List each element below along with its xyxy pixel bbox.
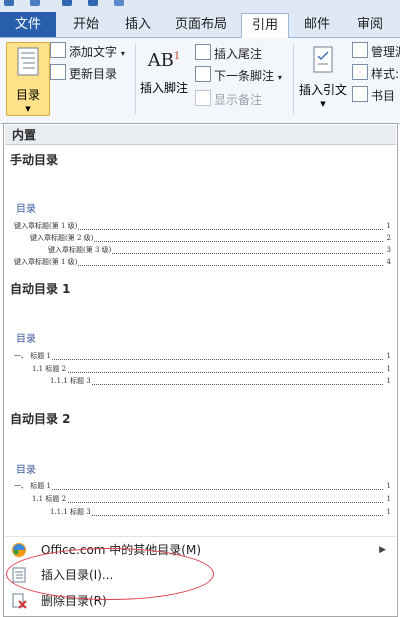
bibliography-label: 书目 (371, 89, 396, 103)
menu-divider (5, 536, 396, 537)
toc-line: 1.1.1 标题 31 (50, 377, 391, 385)
next-footnote-label: 下一条脚注 (214, 69, 275, 83)
save-icon[interactable] (30, 0, 40, 6)
toc-line: 1.1 标题 21 (32, 365, 391, 373)
next-footnote-button[interactable]: 下一条脚注 ▾ (195, 66, 282, 86)
tab-page-layout[interactable]: 页面布局 (164, 13, 238, 37)
auto-toc-2-title: 自动目录 2 (10, 412, 71, 426)
citation-icon (313, 46, 333, 73)
endnote-icon (195, 44, 211, 60)
add-text-icon (50, 42, 66, 58)
auto-toc-2-heading: 目录 (16, 465, 36, 476)
redo-icon[interactable] (88, 0, 98, 6)
insert-endnote-label: 插入尾注 (214, 47, 263, 61)
group-separator (293, 44, 294, 114)
bibliography-button[interactable]: 书目 (352, 86, 395, 106)
show-notes-icon (195, 90, 211, 106)
insert-citation-button[interactable]: 插入引文 ▼ (297, 42, 349, 114)
ribbon-tabs: 文件 开始 插入 页面布局 引用 邮件 审阅 (0, 9, 400, 39)
auto-toc-1-title: 自动目录 1 (10, 282, 71, 296)
toc-line: 键入章标题(第 2 级) 2 (30, 234, 391, 242)
quick-access-icon[interactable] (114, 0, 124, 6)
tab-references[interactable]: 引用 (241, 13, 289, 39)
chevron-down-icon: ▼ (25, 105, 31, 113)
manage-sources-icon (352, 42, 368, 58)
toc-button-label: 目录 (15, 88, 40, 102)
insert-footnote-label: 插入脚注 (139, 81, 188, 95)
tab-review[interactable]: 审阅 (346, 13, 394, 37)
style-icon (352, 64, 368, 80)
style-label: 样式: (371, 67, 400, 81)
toc-line: 键入章标题(第 1 级) 4 (14, 258, 391, 266)
footnote-icon: AB1 (147, 50, 181, 71)
tab-insert[interactable]: 插入 (114, 13, 162, 37)
chevron-right-icon: ▶ (379, 545, 386, 555)
tab-home[interactable]: 开始 (60, 13, 112, 37)
undo-icon[interactable] (62, 0, 72, 6)
auto-toc-1-heading: 目录 (16, 334, 36, 345)
chevron-down-icon: ▼ (320, 100, 326, 108)
toc-line: 1.1 标题 21 (32, 495, 391, 503)
show-notes-label: 显示备注 (214, 93, 263, 107)
update-toc-label: 更新目录 (69, 67, 118, 81)
manage-sources-label: 管理源 (371, 45, 400, 59)
section-builtin: 内置 (5, 125, 396, 145)
ribbon-references: 目录 ▼ 添加文字 ▾ 更新目录 AB1 插入脚注 插入尾注 下一条脚注 ▾ 显… (0, 38, 400, 124)
next-footnote-icon (195, 66, 211, 82)
add-text-label: 添加文字 (69, 45, 118, 59)
manual-toc-heading: 目录 (16, 204, 36, 215)
title-bar (0, 0, 400, 9)
remove-toc-icon (12, 593, 27, 609)
tab-mailings[interactable]: 邮件 (292, 13, 342, 37)
insert-endnote-button[interactable]: 插入尾注 (195, 44, 262, 64)
toc-line: 一、 标题 11 (14, 352, 391, 360)
toc-line: 键入章标题(第 3 级) 3 (48, 246, 391, 254)
manual-toc-title: 手动目录 (10, 153, 59, 167)
toc-button[interactable]: 目录 ▼ (6, 42, 50, 116)
toc-line: 一、 标题 11 (14, 482, 391, 490)
manage-sources-button[interactable]: 管理源 (352, 42, 400, 62)
office-globe-icon (12, 543, 26, 557)
style-select[interactable]: 样式: (352, 64, 399, 84)
update-toc-icon (50, 64, 66, 80)
add-text-button[interactable]: 添加文字 ▾ (50, 42, 125, 62)
update-toc-button[interactable]: 更新目录 (50, 64, 117, 84)
toc-line: 1.1.1 标题 31 (50, 508, 391, 516)
bibliography-icon (352, 86, 368, 102)
toc-line: 键入章标题(第 1 级) 1 (14, 222, 391, 230)
app-icon (4, 0, 14, 6)
highlight-ellipse (6, 548, 214, 600)
tab-file[interactable]: 文件 (0, 12, 56, 37)
toc-dropdown: 内置 手动目录 目录 键入章标题(第 1 级) 1 键入章标题(第 2 级) 2 键… (3, 123, 398, 617)
insert-citation-label: 插入引文 (298, 83, 347, 97)
group-separator (135, 44, 136, 114)
show-notes-button[interactable]: 显示备注 (195, 90, 262, 110)
insert-footnote-button[interactable]: AB1 插入脚注 (138, 42, 190, 114)
toc-icon (17, 47, 39, 76)
